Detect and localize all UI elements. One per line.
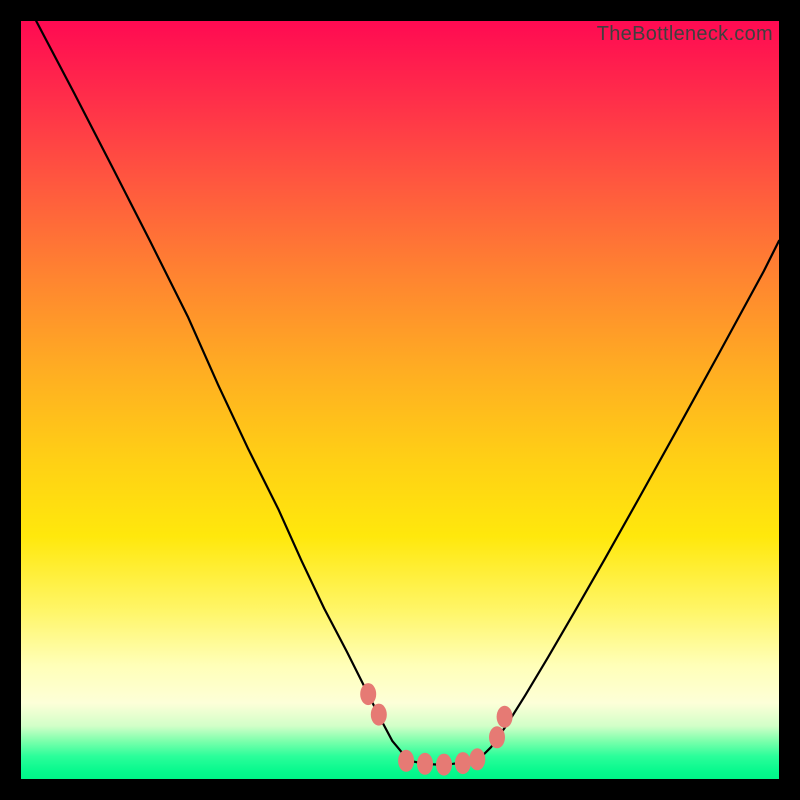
plot-area: TheBottleneck.com — [21, 21, 779, 779]
chart-frame: TheBottleneck.com — [0, 0, 800, 800]
valley-marker — [417, 753, 433, 775]
chart-svg — [21, 21, 779, 779]
valley-marker — [436, 754, 452, 776]
valley-marker — [398, 750, 414, 772]
valley-marker — [360, 683, 376, 705]
valley-marker — [489, 726, 505, 748]
valley-marker — [371, 704, 387, 726]
valley-marker — [455, 752, 471, 774]
valley-markers — [360, 683, 512, 776]
valley-marker — [497, 706, 513, 728]
bottleneck-curve — [36, 21, 779, 765]
valley-marker — [469, 748, 485, 770]
watermark-text: TheBottleneck.com — [597, 23, 773, 46]
